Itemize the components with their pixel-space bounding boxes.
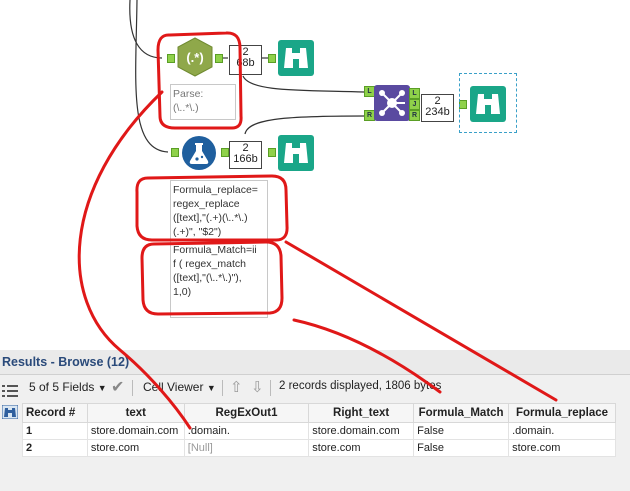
binoculars-icon [278, 40, 314, 76]
connection-lines [129, 0, 420, 153]
regex-output-anchor[interactable] [215, 54, 223, 63]
arrow-up-icon[interactable]: ⇧ [230, 378, 243, 396]
column-header[interactable]: Formula_Match [413, 403, 510, 423]
join-l-output-anchor[interactable]: L [409, 88, 420, 99]
formula-replace-annotation: Formula_replace= regex_replace ([text],"… [170, 180, 268, 240]
workflow-canvas[interactable]: (.*) 2 68b Parse: (\..*\.) 2 166b L R L … [0, 0, 630, 350]
text-cell[interactable]: store.com [86, 439, 185, 457]
regex-record-count: 2 68b [229, 45, 262, 75]
regex-tool[interactable]: (.*) [176, 37, 214, 77]
join-r-output-anchor[interactable]: R [409, 110, 420, 121]
browse-tool-1[interactable] [278, 40, 314, 76]
join-tool[interactable] [374, 85, 410, 121]
chevron-down-icon: ▼ [206, 383, 216, 393]
regex-count-size: 68b [236, 57, 255, 69]
chevron-down-icon: ▼ [97, 383, 107, 393]
formula-tool[interactable] [181, 135, 217, 171]
formula-match-annotation: Formula_Match=ii f ( regex_match ([text]… [170, 240, 268, 318]
formula-match-cell[interactable]: False [413, 422, 510, 440]
table-row[interactable]: 1 store.domain.com .domain. store.domain… [22, 422, 616, 440]
cell-viewer-label: Cell Viewer [143, 380, 204, 394]
results-title: Results - Browse (12) [2, 355, 130, 369]
toolbar-divider [222, 380, 223, 396]
browse-tool-3[interactable] [470, 86, 506, 122]
record-number-cell[interactable]: 1 [22, 422, 88, 440]
column-header[interactable]: RegExOut1 [183, 403, 310, 423]
browse2-input-anchor[interactable] [268, 148, 276, 157]
right-text-cell[interactable]: store.domain.com [308, 422, 415, 440]
formula-count-size: 166b [233, 153, 258, 165]
column-header[interactable]: Record # [22, 403, 88, 423]
regex-input-anchor[interactable] [167, 54, 175, 63]
record-number-cell[interactable]: 2 [22, 439, 88, 457]
formula-record-count: 2 166b [229, 141, 262, 169]
formula-flask-icon [182, 136, 216, 170]
join-record-count: 2 234b [421, 94, 454, 122]
browse-tool-2[interactable] [278, 135, 314, 171]
join-network-icon [374, 85, 410, 121]
cell-viewer-selector[interactable]: Cell Viewer ▼ [143, 380, 216, 394]
binoculars-icon [470, 86, 506, 122]
column-header[interactable]: Formula_replace [508, 403, 616, 423]
toolbar-divider [132, 380, 133, 396]
table-row[interactable]: 2 store.com [Null] store.com False store… [22, 439, 616, 457]
binoculars-icon [278, 135, 314, 171]
results-grid[interactable]: Record # text RegExOut1 Right_text Formu… [22, 403, 616, 457]
checkmark-icon[interactable]: ✔ [111, 377, 124, 397]
text-cell[interactable]: store.domain.com [86, 422, 185, 440]
browse1-input-anchor[interactable] [268, 54, 276, 63]
column-header[interactable]: text [86, 403, 185, 423]
formula-output-anchor[interactable] [221, 148, 229, 157]
right-text-cell[interactable]: store.com [308, 439, 415, 457]
binoculars-small-icon[interactable] [2, 405, 18, 419]
arrow-down-icon[interactable]: ⇩ [251, 378, 264, 396]
regexout1-cell[interactable]: [Null] [183, 439, 310, 457]
regexout1-cell[interactable]: .domain. [183, 422, 310, 440]
regex-hexagon-icon: (.*) [177, 37, 213, 77]
fields-selector-label: 5 of 5 Fields [29, 380, 95, 394]
join-count-size: 234b [425, 106, 450, 118]
svg-text:(.*): (.*) [186, 50, 203, 65]
records-status: 2 records displayed, 1806 bytes [279, 380, 442, 392]
column-header[interactable]: Right_text [308, 403, 415, 423]
formula-input-anchor[interactable] [171, 148, 179, 157]
results-toolbar: 5 of 5 Fields ▼ ✔ Cell Viewer ▼ ⇧ ⇩ 2 re… [0, 376, 630, 400]
formula-replace-cell[interactable]: .domain. [508, 422, 616, 440]
toolbar-divider [270, 380, 271, 396]
join-j-output-anchor[interactable]: J [409, 99, 420, 110]
parse-annotation: Parse: (\..*\.) [170, 84, 236, 120]
results-pane: Results - Browse (12) 5 of 5 Fields ▼ ✔ … [0, 350, 630, 491]
fields-selector[interactable]: 5 of 5 Fields ▼ [29, 380, 107, 394]
formula-replace-cell[interactable]: store.com [508, 439, 616, 457]
grid-header-row: Record # text RegExOut1 Right_text Formu… [22, 403, 616, 423]
formula-match-cell[interactable]: False [413, 439, 510, 457]
